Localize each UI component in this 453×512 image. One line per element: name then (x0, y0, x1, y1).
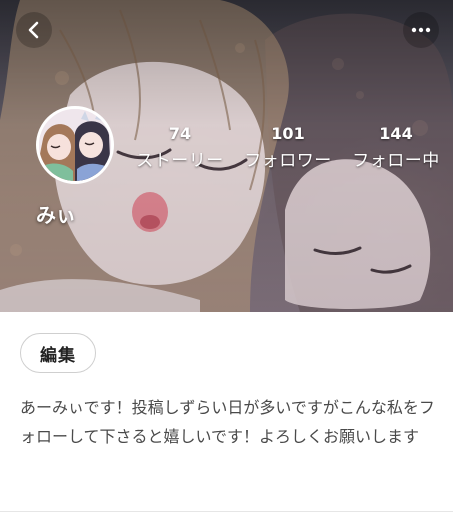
stat-followers[interactable]: 101 フォロワー (233, 125, 343, 173)
username: みぃ (36, 203, 76, 227)
back-button[interactable] (16, 12, 52, 48)
stat-followers-count: 101 (271, 124, 305, 143)
avatar-image (39, 109, 111, 181)
stat-stories-label: ストーリー (136, 151, 224, 171)
stat-stories-count: 74 (168, 124, 192, 143)
chevron-left-icon (28, 21, 39, 39)
avatar[interactable] (36, 106, 114, 184)
stat-following-count: 144 (379, 124, 413, 143)
stat-following-label: フォロー中 (352, 151, 440, 171)
stat-followers-label: フォロワー (244, 151, 332, 171)
more-horizontal-icon (411, 27, 431, 33)
more-options-button[interactable] (403, 12, 439, 48)
profile-bio: あーみぃです！投稿しずらい日が多いですがこんな私をフォローして下さると嬉しいです… (20, 398, 435, 446)
stat-following[interactable]: 144 フォロー中 (341, 125, 451, 173)
edit-profile-button[interactable]: 編集 (20, 333, 96, 373)
stat-stories[interactable]: 74 ストーリー (125, 125, 235, 173)
